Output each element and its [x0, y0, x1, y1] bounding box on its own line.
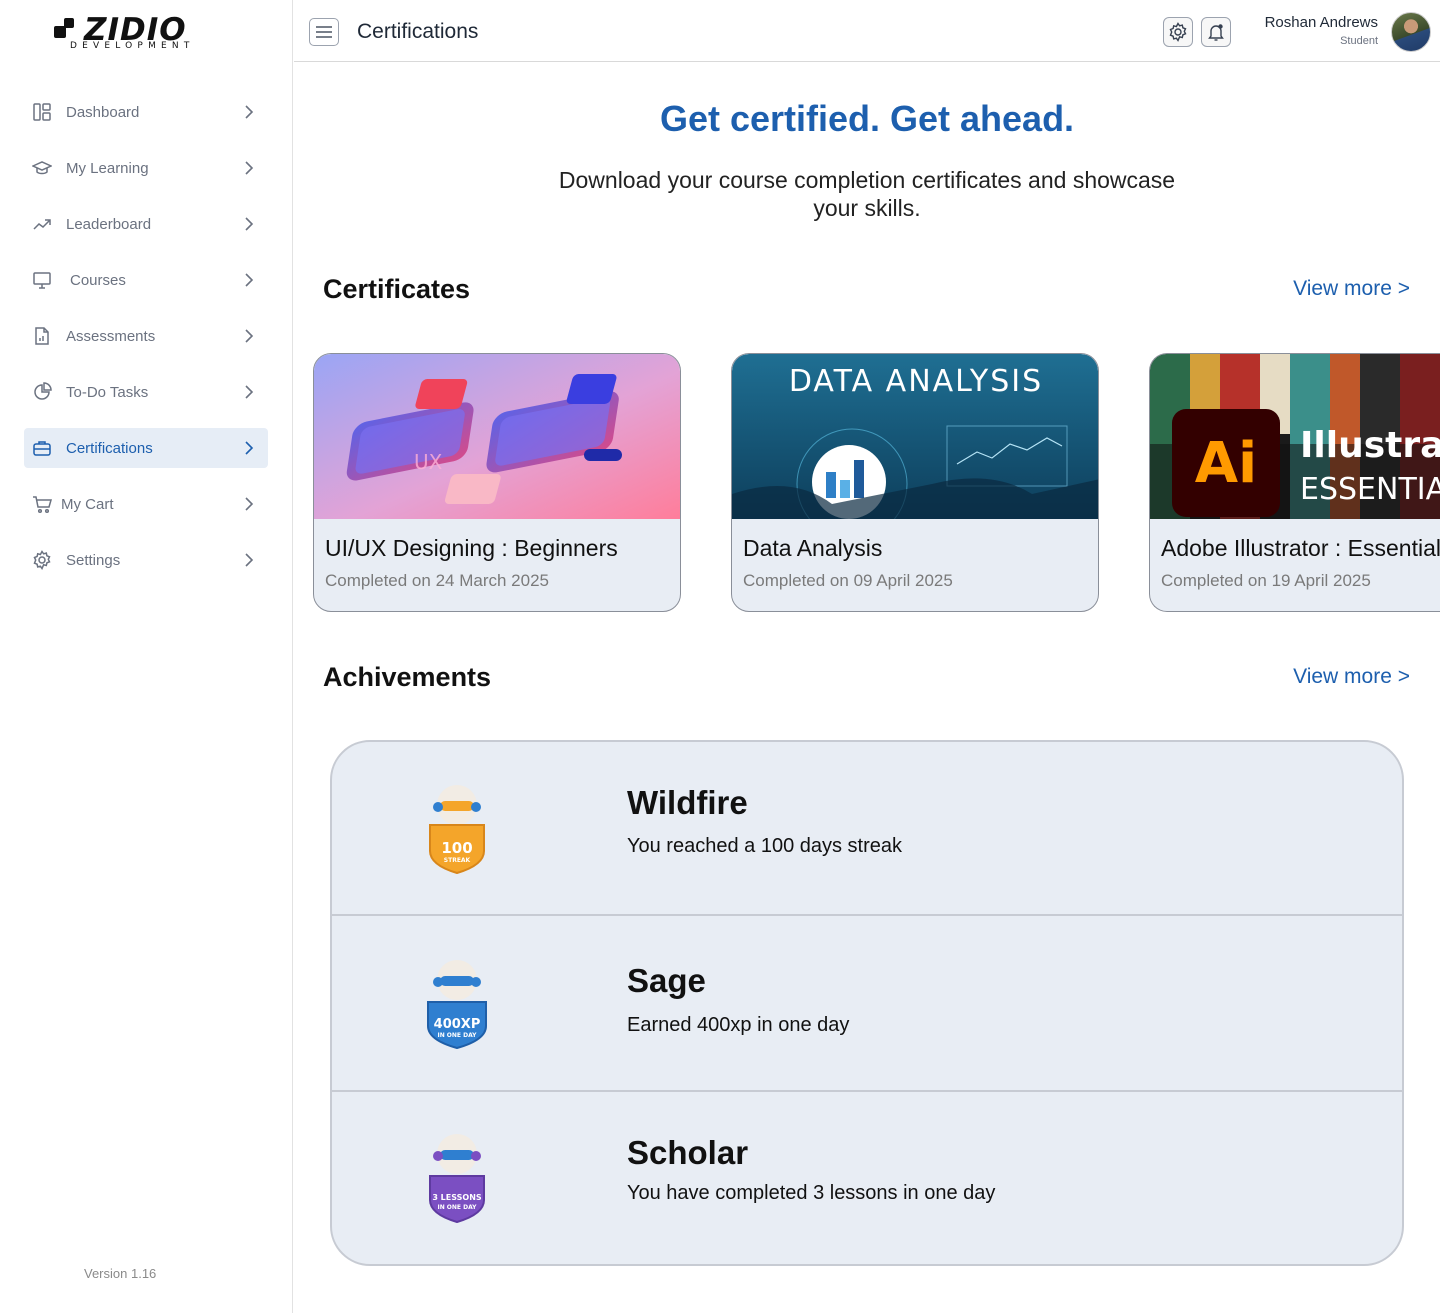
gear-icon	[32, 550, 52, 570]
achievement-title: Wildfire	[627, 784, 748, 821]
certificate-name: UI/UX Designing : Beginners	[325, 535, 618, 561]
illustrator-course-image: Ai Illustrator ESSENTIALS	[1150, 354, 1440, 519]
logo-mark-icon	[54, 18, 74, 38]
briefcase-icon	[32, 438, 52, 458]
certificate-card-uiux[interactable]: UX UI/UX Designing : Beginners Completed…	[313, 353, 681, 612]
chevron-right-icon	[238, 382, 258, 402]
sidebar-item-label: My Learning	[66, 159, 149, 177]
xp-badge-number: 400XP	[434, 1017, 481, 1032]
dashboard-icon	[32, 102, 52, 122]
hero-subtitle: Download your course completion certific…	[558, 167, 1176, 221]
sidebar: ZIDIO DEVELOPMENT Dashboard My Learning …	[0, 0, 293, 1313]
brand-sub: DEVELOPMENT	[70, 41, 195, 51]
chevron-right-icon	[238, 550, 258, 570]
document-chart-icon	[32, 326, 52, 346]
xp-badge-icon: 400XP IN ONE DAY	[427, 960, 487, 1050]
data-analysis-banner: DATA ANALYSIS	[789, 364, 1043, 399]
chevron-right-icon	[238, 214, 258, 234]
sidebar-item-certifications[interactable]: Certifications	[24, 428, 268, 468]
sidebar-item-label: Dashboard	[66, 103, 140, 121]
page-title: Certifications	[357, 20, 479, 43]
avatar[interactable]	[1391, 12, 1431, 52]
certificate-date: Completed on 19 April 2025	[1161, 571, 1371, 590]
settings-button[interactable]	[1163, 17, 1193, 47]
sidebar-item-my-learning[interactable]: My Learning	[24, 148, 268, 188]
notifications-button[interactable]	[1201, 17, 1231, 47]
sidebar-item-settings[interactable]: Settings	[24, 540, 268, 580]
certificate-card-illustrator[interactable]: Ai Illustrator ESSENTIALS Adobe Illustra…	[1149, 353, 1440, 612]
uiux-course-image: UX	[314, 354, 680, 519]
certificate-name: Adobe Illustrator : Essentials	[1161, 535, 1440, 561]
sidebar-item-todo-tasks[interactable]: To-Do Tasks	[24, 372, 268, 412]
certificate-name: Data Analysis	[743, 535, 883, 561]
pie-clock-icon	[32, 382, 52, 402]
achievements-view-more-link[interactable]: View more >	[1293, 665, 1410, 689]
data-analysis-course-image: DATA ANALYSIS	[732, 354, 1098, 519]
sidebar-item-label: Leaderboard	[66, 215, 152, 233]
chevron-right-icon	[238, 270, 258, 290]
achievements-list: 100 STREAK Wildfire You reached a 100 da…	[330, 740, 1404, 1266]
illustrator-banner: Illustrator	[1300, 425, 1440, 466]
user-name[interactable]: Roshan Andrews	[1265, 14, 1378, 31]
achievement-title: Sage	[627, 962, 706, 999]
achievement-row-sage[interactable]: 400XP IN ONE DAY Sage Earned 400xp in on…	[332, 916, 1402, 1092]
top-header: Certifications Roshan Andrews Student	[294, 0, 1440, 62]
svg-text:UX: UX	[414, 450, 443, 474]
illustrator-logo: Ai	[1195, 431, 1258, 496]
streak-badge-caption: STREAK	[444, 857, 471, 864]
trending-up-icon	[32, 214, 52, 234]
achievement-title: Scholar	[627, 1134, 749, 1171]
hamburger-icon	[316, 26, 332, 38]
chevron-right-icon	[238, 158, 258, 178]
user-role: Student	[1340, 35, 1378, 47]
sidebar-item-courses[interactable]: Courses	[24, 260, 268, 300]
certificate-date: Completed on 24 March 2025	[325, 571, 549, 590]
achievement-row-wildfire[interactable]: 100 STREAK Wildfire You reached a 100 da…	[332, 742, 1402, 916]
streak-badge-number: 100	[441, 839, 472, 857]
achievements-heading: Achivements	[323, 662, 492, 692]
sidebar-item-my-cart[interactable]: My Cart	[24, 484, 268, 524]
chevron-right-icon	[238, 102, 258, 122]
chevron-right-icon	[238, 494, 258, 514]
menu-toggle-button[interactable]	[309, 18, 339, 46]
lessons-badge-caption: IN ONE DAY	[437, 1204, 477, 1211]
chevron-right-icon	[238, 438, 258, 458]
cart-icon	[32, 494, 52, 514]
achievement-desc: You have completed 3 lessons in one day	[627, 1182, 996, 1204]
sidebar-item-label: Certifications	[66, 439, 153, 457]
sidebar-item-assessments[interactable]: Assessments	[24, 316, 268, 356]
bell-icon	[1208, 24, 1224, 41]
achievement-desc: Earned 400xp in one day	[627, 1014, 850, 1036]
graduation-cap-icon	[32, 158, 52, 178]
lessons-badge-number: 3 LESSONS	[432, 1193, 482, 1202]
sidebar-item-dashboard[interactable]: Dashboard	[24, 92, 268, 132]
sidebar-item-label: Assessments	[66, 327, 156, 345]
certificate-date: Completed on 09 April 2025	[743, 571, 953, 590]
certificate-card-data-analysis[interactable]: DATA ANALYSIS Data Analysis Completed on…	[731, 353, 1099, 612]
streak-badge-icon: 100 STREAK	[429, 785, 485, 875]
achievement-row-scholar[interactable]: 3 LESSONS IN ONE DAY Scholar You have co…	[332, 1092, 1402, 1264]
hero-title: Get certified. Get ahead.	[659, 98, 1075, 139]
sidebar-item-label: Settings	[66, 551, 121, 569]
illustrator-banner-sub: ESSENTIALS	[1300, 472, 1440, 507]
gear-icon	[1169, 22, 1187, 42]
sidebar-nav: Dashboard My Learning Leaderboard Course…	[24, 92, 268, 596]
chevron-right-icon	[238, 326, 258, 346]
app-version: Version 1.16	[84, 1266, 157, 1281]
certificates-view-more-link[interactable]: View more >	[1293, 277, 1410, 301]
certificates-heading: Certificates	[323, 274, 471, 304]
xp-badge-caption: IN ONE DAY	[437, 1032, 477, 1039]
lessons-badge-icon: 3 LESSONS IN ONE DAY	[429, 1134, 485, 1224]
achievement-desc: You reached a 100 days streak	[627, 835, 903, 857]
zidio-logo[interactable]: ZIDIO DEVELOPMENT	[54, 12, 204, 54]
sidebar-item-label: To-Do Tasks	[66, 383, 149, 401]
sidebar-item-label: Courses	[70, 271, 126, 289]
sidebar-item-label: My Cart	[61, 495, 114, 513]
monitor-icon	[32, 270, 52, 290]
sidebar-item-leaderboard[interactable]: Leaderboard	[24, 204, 268, 244]
